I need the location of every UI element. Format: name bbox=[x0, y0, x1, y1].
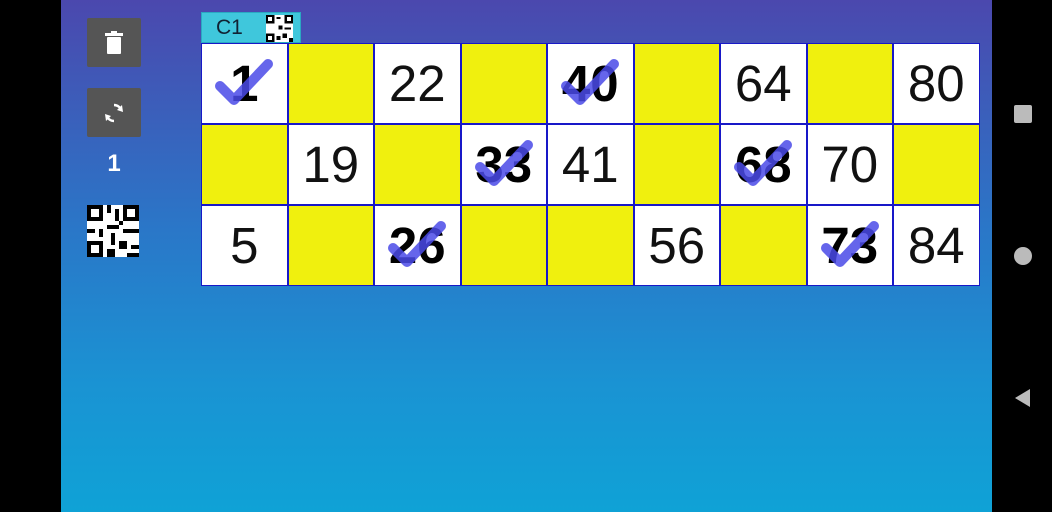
cell-number: 33 bbox=[475, 136, 533, 193]
cell-number: 19 bbox=[302, 136, 360, 193]
card-tab[interactable]: C1 bbox=[201, 12, 301, 43]
number-cell[interactable]: 33 bbox=[461, 125, 546, 204]
circle-icon[interactable] bbox=[1012, 245, 1034, 267]
bingo-card-grid: 1 22 40 64 80 19 33 41 68 70 5 26 56 73 84 bbox=[201, 43, 980, 286]
blank-cell[interactable] bbox=[202, 125, 287, 204]
cell-number: 64 bbox=[734, 55, 792, 112]
navigation-bar bbox=[992, 0, 1052, 512]
blank-cell[interactable] bbox=[375, 125, 460, 204]
blank-cell[interactable] bbox=[288, 206, 373, 285]
qr-code-icon[interactable] bbox=[266, 15, 293, 42]
number-cell[interactable]: 26 bbox=[375, 206, 460, 285]
triangle-back-icon[interactable] bbox=[1012, 387, 1034, 409]
cell-number: 73 bbox=[821, 217, 879, 274]
trash-icon bbox=[105, 30, 123, 54]
cell-number: 70 bbox=[821, 136, 879, 193]
card-tab-label: C1 bbox=[216, 15, 243, 39]
number-cell[interactable]: 19 bbox=[288, 125, 373, 204]
cell-number: 84 bbox=[907, 217, 965, 274]
cell-number: 26 bbox=[388, 217, 446, 274]
number-cell[interactable]: 64 bbox=[721, 44, 806, 123]
blank-cell[interactable] bbox=[548, 206, 633, 285]
cell-number: 80 bbox=[907, 55, 965, 112]
number-cell[interactable]: 68 bbox=[721, 125, 806, 204]
number-cell[interactable]: 40 bbox=[548, 44, 633, 123]
number-cell[interactable]: 84 bbox=[894, 206, 979, 285]
blank-cell[interactable] bbox=[634, 125, 719, 204]
number-cell[interactable]: 41 bbox=[548, 125, 633, 204]
refresh-button[interactable] bbox=[87, 88, 141, 137]
cell-number: 68 bbox=[734, 136, 792, 193]
card-count-label: 1 bbox=[107, 150, 121, 177]
number-cell[interactable]: 5 bbox=[202, 206, 287, 285]
blank-cell[interactable] bbox=[634, 44, 719, 123]
blank-cell[interactable] bbox=[288, 44, 373, 123]
cell-number: 5 bbox=[230, 217, 259, 274]
cell-number: 22 bbox=[388, 55, 446, 112]
refresh-icon bbox=[105, 103, 123, 122]
number-cell[interactable]: 80 bbox=[894, 44, 979, 123]
cell-number: 40 bbox=[561, 55, 619, 112]
number-cell[interactable]: 1 bbox=[202, 44, 287, 123]
square-icon[interactable] bbox=[1012, 103, 1034, 125]
cell-number: 41 bbox=[561, 136, 619, 193]
blank-cell[interactable] bbox=[807, 44, 892, 123]
blank-cell[interactable] bbox=[894, 125, 979, 204]
number-cell[interactable]: 70 bbox=[807, 125, 892, 204]
qr-code-icon[interactable] bbox=[87, 205, 139, 257]
delete-button[interactable] bbox=[87, 18, 141, 67]
blank-cell[interactable] bbox=[721, 206, 806, 285]
blank-cell[interactable] bbox=[461, 44, 546, 123]
number-cell[interactable]: 56 bbox=[634, 206, 719, 285]
app-screen: 1 C1 1 22 40 64 80 19 33 41 68 70 5 26 5… bbox=[61, 0, 992, 512]
cell-number: 1 bbox=[230, 55, 259, 112]
blank-cell[interactable] bbox=[461, 206, 546, 285]
number-cell[interactable]: 73 bbox=[807, 206, 892, 285]
number-cell[interactable]: 22 bbox=[375, 44, 460, 123]
cell-number: 56 bbox=[648, 217, 706, 274]
